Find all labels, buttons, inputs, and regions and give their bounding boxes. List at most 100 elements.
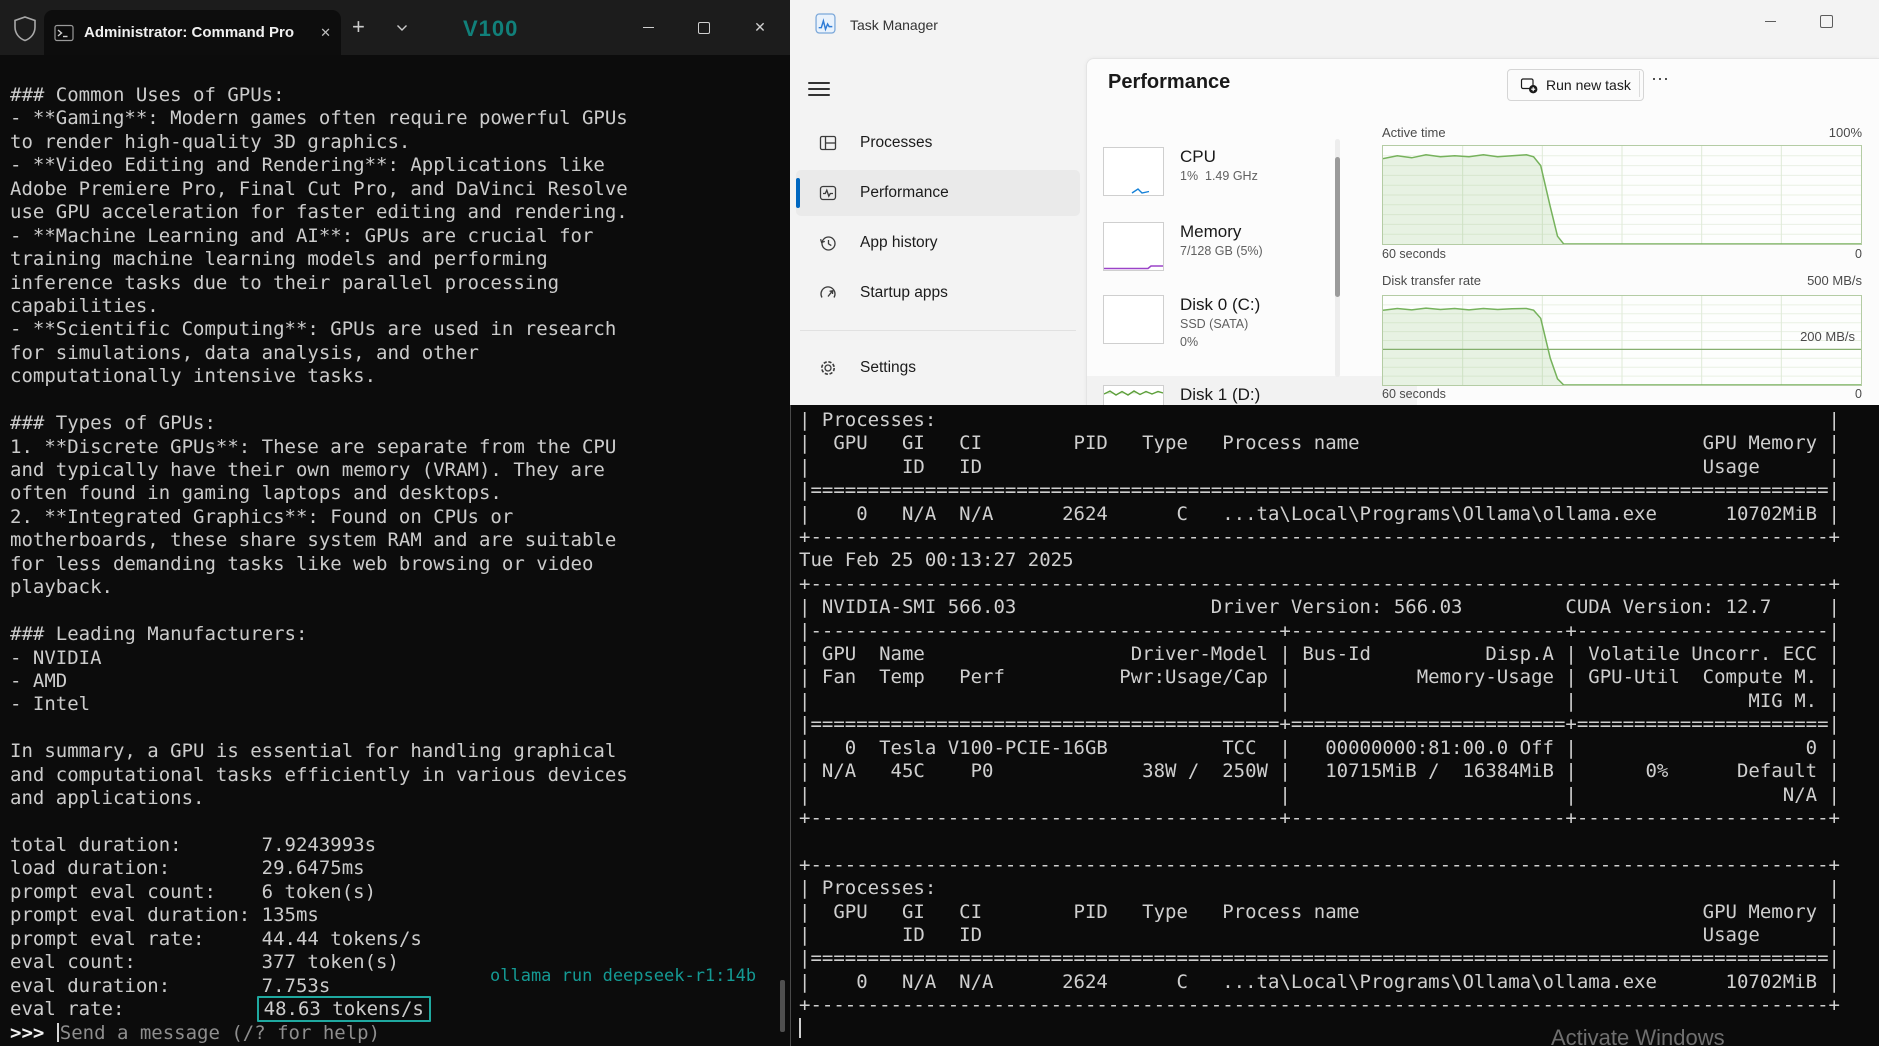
disk0-thumbnail-graph: [1103, 295, 1164, 344]
nvidia-smi-output: | Processes: | | GPU GI CI PID Type Proc…: [791, 405, 1879, 1018]
new-tab-button[interactable]: +: [352, 14, 365, 40]
stat-line: load duration: 29.6475ms: [10, 857, 628, 880]
sidebar-item-processes[interactable]: Processes: [796, 120, 1080, 166]
command-prompt-icon: [54, 24, 74, 42]
cpu-thumbnail-graph: [1103, 147, 1164, 196]
stat-line: prompt eval rate: 44.44 tokens/s: [10, 928, 628, 951]
selected-accent-bar: [796, 178, 800, 208]
sidebar-item-startup-apps[interactable]: Startup apps: [796, 270, 1080, 316]
close-button[interactable]: ✕: [732, 0, 788, 55]
memory-stats: 7/128 GB (5%): [1180, 242, 1263, 260]
terminal-text-line: to render high-quality 3D graphics.: [10, 131, 628, 154]
performance-icon: [818, 183, 838, 203]
tm-minimize-button[interactable]: [1742, 0, 1798, 42]
graph1-x-left: 60 seconds: [1382, 247, 1446, 261]
perf-item-cpu[interactable]: CPU 1% 1.49 GHz: [1103, 147, 1258, 196]
graph2-title: Disk transfer rate: [1382, 273, 1481, 288]
cpu-stats: 1% 1.49 GHz: [1180, 167, 1258, 185]
tab-close-icon[interactable]: ✕: [320, 25, 331, 41]
terminal-text-line: [10, 717, 628, 740]
terminal-text-line: and typically have their own memory (VRA…: [10, 459, 628, 482]
terminal-window: Administrator: Command Pro ✕ + V100 ✕ ##…: [0, 0, 790, 1046]
perf-item-disk0[interactable]: Disk 0 (C:) SSD (SATA) 0%: [1103, 295, 1260, 351]
tab-dropdown-icon[interactable]: [396, 24, 408, 32]
processes-icon: [818, 133, 838, 153]
sidebar-item-performance[interactable]: Performance: [796, 170, 1080, 216]
graph2-mid-label: 200 MB/s: [1800, 329, 1855, 344]
minimize-button[interactable]: [620, 0, 676, 55]
disk1-thumbnail-graph: [1103, 385, 1164, 405]
tm-maximize-button[interactable]: [1798, 0, 1854, 42]
graph2-x-right: 0: [1855, 387, 1862, 401]
task-manager-titlebar[interactable]: Task Manager: [790, 0, 1879, 48]
terminal-text-line: motherboards, these share system RAM and…: [10, 529, 628, 552]
terminal-text-line: for less demanding tasks like web browsi…: [10, 553, 628, 576]
terminal-text-line: [10, 389, 628, 412]
active-time-chart: [1382, 145, 1862, 245]
task-manager-window: Task Manager Processes: [790, 0, 1879, 405]
gpu-terminal-window: | Processes: | | GPU GI CI PID Type Proc…: [790, 405, 1879, 1046]
terminal-text-line: - AMD: [10, 670, 628, 693]
graph2-max-label: 500 MB/s: [1807, 273, 1862, 288]
terminal-text-line: 2. **Integrated Graphics**: Found on CPU…: [10, 506, 628, 529]
perf-title-cpu: CPU: [1180, 147, 1258, 167]
terminal-text-line: ### Common Uses of GPUs:: [10, 84, 628, 107]
perf-list-scrollbar-thumb[interactable]: [1335, 157, 1340, 297]
sidebar-item-app-history[interactable]: App history: [796, 220, 1080, 266]
perf-item-disk1[interactable]: Disk 1 (D:): [1103, 385, 1260, 405]
terminal-text-line: 1. **Discrete GPUs**: These are separate…: [10, 436, 628, 459]
maximize-button[interactable]: [676, 0, 732, 55]
run-new-task-icon: [1520, 76, 1538, 94]
run-new-task-label: Run new task: [1546, 77, 1631, 93]
graph1-x-right: 0: [1855, 247, 1862, 261]
terminal-titlebar[interactable]: Administrator: Command Pro ✕ + V100 ✕: [0, 0, 790, 55]
graph1-title: Active time: [1382, 125, 1446, 140]
tab-title: Administrator: Command Pro: [84, 24, 312, 41]
more-options-icon[interactable]: ⋯: [1647, 69, 1673, 90]
terminal-text-line: for simulations, data analysis, and othe…: [10, 342, 628, 365]
disk0-type: SSD (SATA): [1180, 315, 1260, 333]
performance-panel: Performance Run new task ⋯: [1086, 58, 1879, 405]
terminal-text-line: In summary, a GPU is essential for handl…: [10, 740, 628, 763]
terminal-text-line: - Intel: [10, 693, 628, 716]
terminal-text-line: - **Video Editing and Rendering**: Appli…: [10, 154, 628, 177]
stat-line: eval rate: 48.63 tokens/s: [10, 998, 628, 1021]
terminal-text-line: - **Machine Learning and AI**: GPUs are …: [10, 225, 628, 248]
terminal-text-line: [10, 600, 628, 623]
terminal-text-line: - NVIDIA: [10, 647, 628, 670]
gpu-model-label: V100: [463, 16, 518, 42]
terminal-scrollbar[interactable]: [780, 980, 785, 1032]
stat-line: total duration: 7.9243993s: [10, 834, 628, 857]
sidebar-item-settings[interactable]: Settings: [796, 345, 1080, 391]
disk-transfer-chart: 200 MB/s: [1382, 295, 1862, 386]
stat-line: prompt eval duration: 135ms: [10, 904, 628, 927]
run-new-task-button[interactable]: Run new task: [1507, 69, 1644, 101]
stat-line: prompt eval count: 6 token(s): [10, 881, 628, 904]
admin-shield-icon: [12, 15, 38, 43]
terminal-text-line: ### Types of GPUs:: [10, 412, 628, 435]
terminal-text-line: and applications.: [10, 787, 628, 810]
app-history-icon: [818, 233, 838, 253]
perf-title-disk1: Disk 1 (D:): [1180, 385, 1260, 405]
terminal-tab[interactable]: Administrator: Command Pro ✕: [44, 10, 341, 55]
terminal-text-line: inference tasks due to their parallel pr…: [10, 272, 628, 295]
perf-item-memory[interactable]: Memory 7/128 GB (5%): [1103, 222, 1263, 271]
startup-apps-icon: [818, 283, 838, 303]
menu-toggle-icon[interactable]: [808, 78, 830, 100]
window-title: Task Manager: [850, 17, 938, 33]
terminal-prompt[interactable]: >>> Send a message (/? for help): [10, 1022, 628, 1045]
gear-icon: [818, 358, 838, 378]
terminal-cursor: [799, 1018, 801, 1038]
terminal-text-line: - **Gaming**: Modern games often require…: [10, 107, 628, 130]
terminal-text-line: often found in gaming laptops and deskto…: [10, 482, 628, 505]
terminal-text-line: Adobe Premiere Pro, Final Cut Pro, and D…: [10, 178, 628, 201]
ollama-command-annotation: ollama run deepseek-r1:14b: [490, 966, 756, 986]
toolbar-divider: [1639, 71, 1640, 97]
terminal-text-line: computationally intensive tasks.: [10, 365, 628, 388]
disk0-usage: 0%: [1180, 333, 1260, 351]
graph2-x-left: 60 seconds: [1382, 387, 1446, 401]
terminal-text-line: and computational tasks efficiently in v…: [10, 764, 628, 787]
activate-windows-watermark: Activate Windows: [1551, 1025, 1725, 1046]
page-title: Performance: [1108, 71, 1230, 94]
terminal-text-line: [10, 811, 628, 834]
